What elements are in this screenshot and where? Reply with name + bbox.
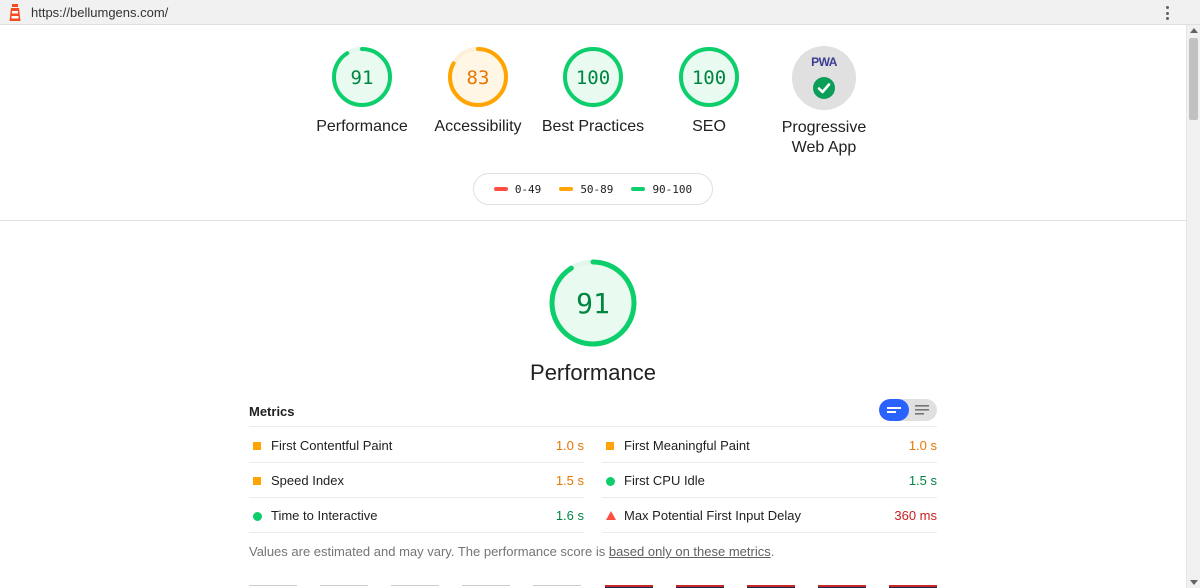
metrics-view-toggle[interactable] — [879, 399, 937, 421]
gauge-ring: 91 — [332, 47, 392, 107]
metrics-title: Metrics — [249, 404, 295, 419]
metric-name: Speed Index — [271, 473, 345, 488]
metric-name: Time to Interactive — [271, 508, 378, 523]
gauge-score: 100 — [692, 67, 726, 89]
metrics-footnote: Values are estimated and may vary. The p… — [249, 544, 774, 559]
gauge-label: Progressive Web App — [781, 119, 867, 156]
metric-value: 1.0 s — [555, 438, 584, 453]
gauge-pwa[interactable]: PWA Progressive Web App — [764, 46, 884, 158]
gauge-ring: 91 — [549, 259, 637, 347]
pwa-badge-icon: PWA — [792, 46, 856, 110]
metric-name: First Meaningful Paint — [624, 438, 750, 453]
scroll-down-icon[interactable] — [1190, 580, 1198, 585]
gauge-label: SEO — [692, 118, 726, 135]
browser-toolbar: https://bellumgens.com/ — [0, 0, 1200, 25]
average-square-icon — [606, 442, 614, 450]
performance-main-gauge: 91 Performance — [523, 256, 663, 386]
metric-first-contentful-paint: First Contentful Paint 1.0 s — [249, 428, 584, 463]
metric-value: 1.5 s — [908, 473, 937, 488]
legend-swatch — [631, 187, 646, 191]
metric-value: 1.5 s — [555, 473, 584, 488]
metric-name: First CPU Idle — [624, 473, 705, 488]
legend-label: 0-49 — [514, 182, 542, 196]
gauge-score: 91 — [351, 67, 374, 89]
legend-swatch — [559, 187, 574, 191]
legend-item-fail: 0-49 — [493, 182, 542, 196]
metrics-link[interactable]: based only on these metrics — [609, 544, 771, 559]
scroll-up-icon[interactable] — [1190, 28, 1198, 33]
metric-time-to-interactive: Time to Interactive 1.6 s — [249, 498, 584, 533]
vertical-scrollbar[interactable] — [1186, 25, 1200, 588]
score-legend: 0-49 50-89 90-100 — [473, 173, 713, 205]
metric-first-meaningful-paint: First Meaningful Paint 1.0 s — [602, 428, 937, 463]
pass-circle-icon — [253, 512, 262, 521]
legend-swatch — [493, 187, 508, 191]
metric-first-cpu-idle: First CPU Idle 1.5 s — [602, 463, 937, 498]
gauge-best-practices[interactable]: 100 Best Practices — [533, 45, 653, 137]
compact-view-button[interactable] — [879, 399, 909, 421]
metric-name: First Contentful Paint — [271, 438, 393, 453]
gauge-label: Best Practices — [541, 118, 645, 135]
pass-circle-icon — [606, 477, 615, 486]
gauge-ring: 100 — [563, 47, 623, 107]
expanded-list-icon[interactable] — [915, 405, 929, 415]
legend-label: 50-89 — [580, 182, 614, 196]
lighthouse-icon — [9, 4, 21, 21]
compact-list-icon — [887, 407, 901, 413]
legend-item-average: 50-89 — [559, 183, 613, 196]
gauge-score: 100 — [576, 67, 610, 89]
average-square-icon — [253, 477, 261, 485]
legend-label: 90-100 — [652, 182, 693, 196]
gauge-label: Accessibility — [434, 118, 522, 135]
metric-name: Max Potential First Input Delay — [624, 508, 802, 523]
fail-triangle-icon — [606, 511, 616, 520]
gauge-seo[interactable]: 100 SEO — [649, 45, 769, 137]
gauge-accessibility[interactable]: 83 Accessibility — [418, 45, 538, 137]
scroll-thumb[interactable] — [1189, 38, 1198, 120]
metric-value: 1.6 s — [555, 508, 584, 523]
footnote-end: . — [770, 544, 775, 559]
gauge-ring: 100 — [679, 47, 739, 107]
checkmark-icon — [813, 77, 835, 99]
gauge-label: Performance — [316, 118, 408, 135]
metric-value: 1.0 s — [908, 438, 937, 453]
average-square-icon — [253, 442, 261, 450]
gauge-score: 91 — [576, 287, 610, 320]
section-divider — [0, 220, 1186, 221]
url-text[interactable]: https://bellumgens.com/ — [31, 5, 168, 20]
section-title: Performance — [530, 360, 656, 385]
footnote-text: Values are estimated and may vary. The p… — [249, 544, 609, 559]
metric-value: 360 ms — [894, 508, 937, 523]
gauge-performance[interactable]: 91 Performance — [302, 45, 422, 137]
metric-max-potential-fid: Max Potential First Input Delay 360 ms — [602, 498, 937, 533]
metric-speed-index: Speed Index 1.5 s — [249, 463, 584, 498]
legend-item-pass: 90-100 — [631, 183, 692, 196]
gauge-score: 83 — [467, 67, 490, 89]
more-vert-icon[interactable] — [1160, 5, 1174, 21]
gauge-ring: 83 — [448, 47, 508, 107]
metrics-header: Metrics — [249, 399, 937, 427]
pwa-badge-text: PWA — [811, 55, 837, 69]
